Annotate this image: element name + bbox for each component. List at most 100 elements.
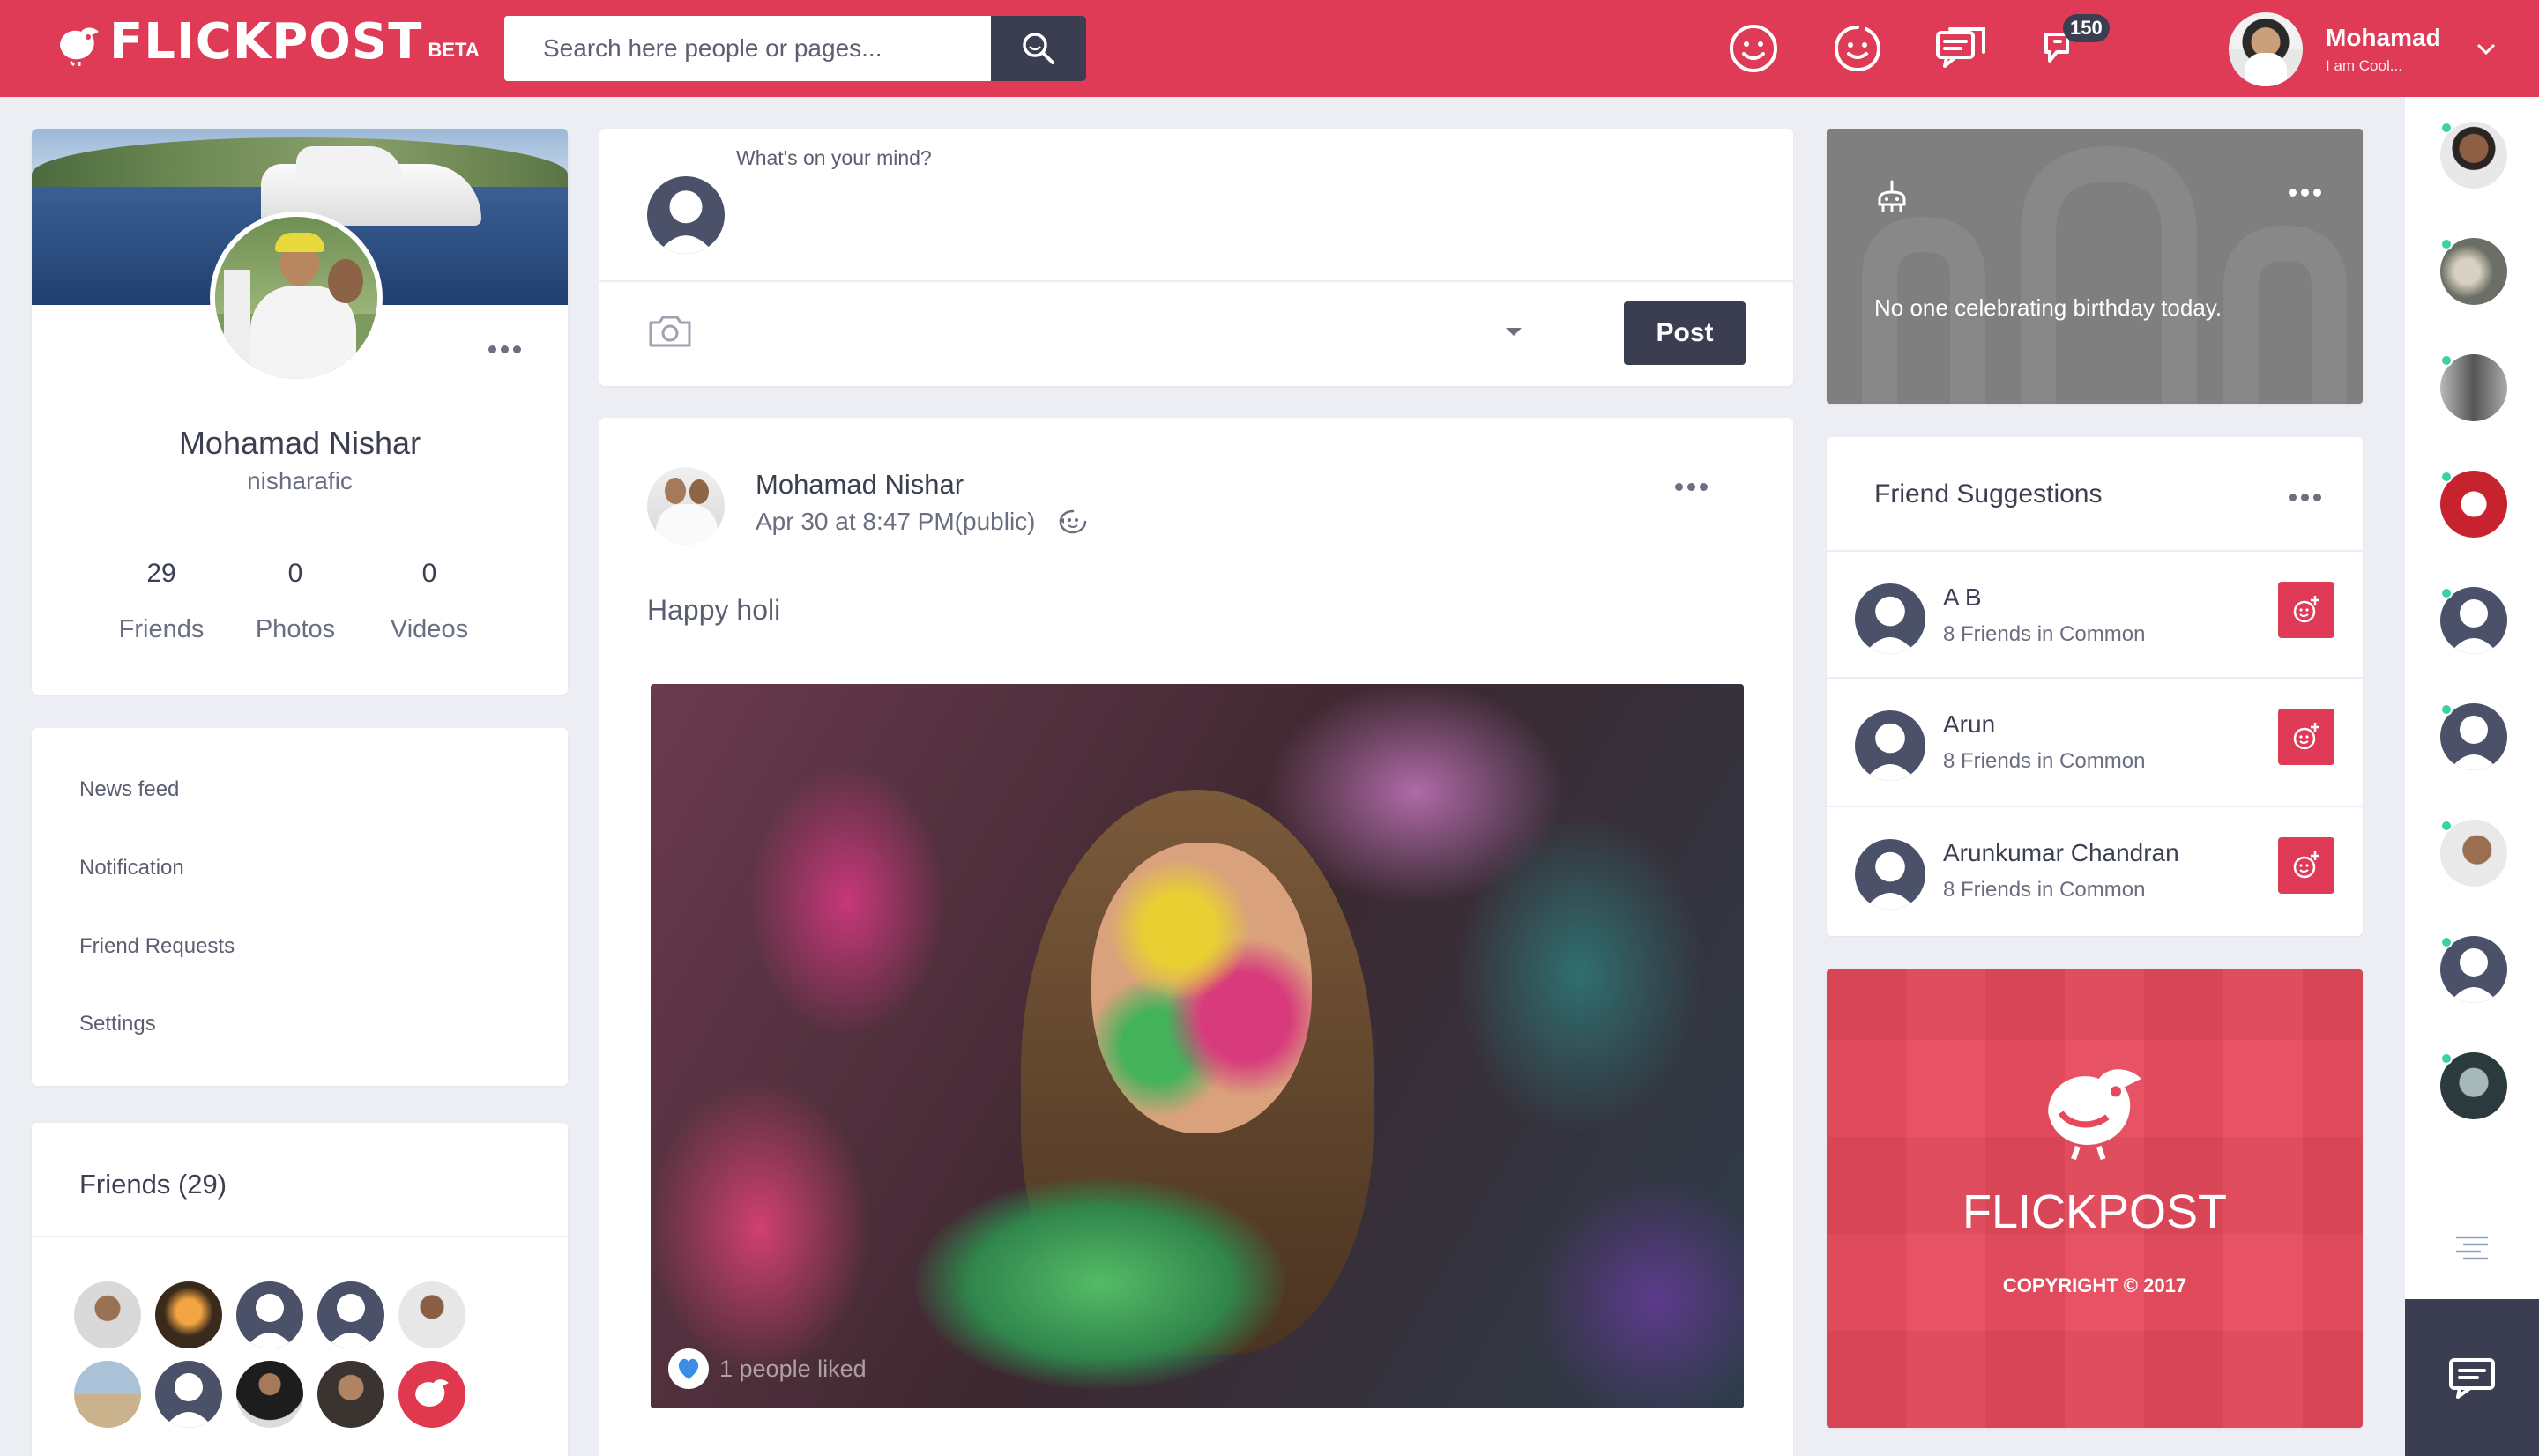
open-chat-button[interactable] — [2405, 1299, 2539, 1456]
suggestion-item: Arun 8 Friends in Common — [1827, 677, 2363, 804]
post-options-button[interactable] — [1675, 483, 1708, 491]
menu-lines-icon[interactable] — [2454, 1234, 2490, 1260]
online-indicator — [2440, 471, 2453, 483]
online-indicator — [2440, 354, 2453, 367]
logo[interactable]: FLICKPOST BETA — [55, 18, 480, 67]
nav-notification[interactable]: Notification — [79, 856, 184, 880]
stat-videos-label: Videos — [390, 615, 469, 643]
chevron-down-icon — [2476, 43, 2495, 56]
suggestion-avatar[interactable] — [1855, 710, 1925, 781]
pages-button[interactable] — [1827, 18, 1888, 79]
suggestion-item: A B 8 Friends in Common — [1827, 550, 2363, 677]
divider — [32, 1236, 568, 1237]
suggestion-avatar[interactable] — [1855, 583, 1925, 654]
user-menu[interactable]: Mohamad I am Cool... — [2229, 12, 2496, 86]
nav-friend-requests[interactable]: Friend Requests — [79, 934, 235, 959]
bird-logo-icon — [60, 27, 99, 67]
face-icon — [1834, 26, 1881, 72]
add-friend-button[interactable] — [2278, 709, 2334, 765]
birthday-options-button[interactable] — [2289, 189, 2321, 197]
add-friend-button[interactable] — [2278, 582, 2334, 638]
post-composer: What's on your mind? Post — [599, 129, 1793, 386]
online-indicator — [2440, 122, 2453, 134]
online-indicator — [2440, 587, 2453, 599]
stat-friends-label: Friends — [118, 615, 205, 643]
online-indicator — [2440, 238, 2453, 250]
online-indicator — [2440, 703, 2453, 716]
profile-name[interactable]: Mohamad Nishar — [32, 425, 568, 462]
nav-settings[interactable]: Settings — [79, 1012, 156, 1036]
suggestion-name[interactable]: Arun — [1943, 710, 1995, 739]
suggestion-common: 8 Friends in Common — [1943, 749, 2146, 773]
suggestions-options-button[interactable] — [2289, 494, 2321, 501]
bird-logo-icon — [415, 1379, 449, 1407]
friend-requests-button[interactable] — [1723, 18, 1784, 79]
post-time-text: Apr 30 at 8:47 PM(public) — [756, 508, 1036, 535]
cake-icon — [1878, 180, 1906, 212]
search-bar — [504, 16, 1086, 81]
messages-button[interactable] — [1931, 18, 1992, 79]
nav-news-feed[interactable]: News feed — [79, 777, 179, 802]
friend-thumb[interactable] — [236, 1281, 303, 1348]
friend-thumb[interactable] — [398, 1281, 465, 1348]
suggestion-name[interactable]: Arunkumar Chandran — [1943, 839, 2179, 867]
promo-card: FLICKPOST COPYRIGHT © 2017 — [1827, 969, 2363, 1428]
chat-bubbles-icon — [1936, 27, 1985, 68]
friends-title[interactable]: Friends (29) — [79, 1169, 227, 1200]
feed-post: Mohamad Nishar Apr 30 at 8:47 PM(public)… — [599, 418, 1793, 1456]
post-likes-text: 1 people liked — [719, 1355, 867, 1382]
friend-thumb[interactable] — [317, 1281, 384, 1348]
birthday-text: No one celebrating birthday today. — [1874, 294, 2223, 321]
user-avatar — [2229, 12, 2303, 86]
friends-grid — [74, 1281, 465, 1428]
suggestion-name[interactable]: A B — [1943, 583, 1982, 612]
search-input[interactable] — [504, 16, 991, 81]
top-navbar: FLICKPOST BETA Search here people or pag… — [0, 0, 2539, 97]
privacy-dropdown-caret[interactable] — [1506, 328, 1522, 336]
stat-videos-count: 0 — [421, 559, 437, 588]
friend-thumb[interactable] — [236, 1361, 303, 1428]
camera-icon[interactable] — [647, 314, 693, 349]
heart-icon — [668, 1348, 709, 1389]
online-indicator — [2440, 1052, 2453, 1065]
stat-friends[interactable]: 29 Friends — [95, 559, 227, 644]
stat-friends-count: 29 — [146, 559, 176, 588]
profile-card: Mohamad Nishar nisharafic 29 Friends 0 P… — [32, 129, 568, 695]
birthday-pattern — [1862, 145, 2347, 404]
profile-avatar[interactable] — [210, 212, 383, 384]
search-button[interactable] — [991, 16, 1086, 81]
logo-text: FLICKPOST — [109, 13, 423, 71]
friend-thumb[interactable] — [155, 1361, 222, 1428]
stat-photos[interactable]: 0 Photos — [229, 559, 361, 644]
composer-prompt[interactable]: What's on your mind? — [736, 146, 932, 170]
post-author-avatar[interactable] — [647, 467, 725, 545]
post-author-name[interactable]: Mohamad Nishar — [756, 469, 964, 501]
add-friend-icon — [2293, 851, 2319, 879]
public-globe-icon — [1058, 509, 1086, 534]
post-text: Happy holi — [647, 594, 781, 626]
add-friend-button[interactable] — [2278, 837, 2334, 894]
post-button[interactable]: Post — [1624, 301, 1746, 365]
friend-thumb[interactable] — [155, 1281, 222, 1348]
friend-thumb[interactable] — [317, 1361, 384, 1428]
promo-copyright: COPYRIGHT © 2017 — [2002, 1274, 2187, 1296]
friend-thumb[interactable] — [74, 1361, 141, 1428]
profile-options-button[interactable] — [488, 345, 521, 353]
friend-thumb[interactable] — [74, 1281, 141, 1348]
stat-photos-count: 0 — [287, 559, 303, 588]
suggestion-avatar[interactable] — [1855, 839, 1925, 910]
post-image[interactable]: 1 people liked — [651, 684, 1744, 1408]
beta-badge: BETA — [428, 39, 480, 61]
post-likes[interactable]: 1 people liked — [668, 1348, 867, 1389]
suggestion-common: 8 Friends in Common — [1943, 622, 2146, 646]
chat-icon — [2449, 1358, 2495, 1399]
user-status: I am Cool... — [2326, 57, 2402, 74]
divider — [599, 280, 1793, 282]
friend-thumb[interactable] — [398, 1361, 465, 1428]
stat-videos[interactable]: 0 Videos — [363, 559, 495, 644]
search-icon — [1023, 33, 1054, 64]
online-indicator — [2440, 820, 2453, 832]
notifications-button[interactable]: 150 — [2033, 14, 2110, 79]
post-timestamp: Apr 30 at 8:47 PM(public) — [756, 508, 1089, 536]
smiley-icon — [1730, 25, 1777, 72]
